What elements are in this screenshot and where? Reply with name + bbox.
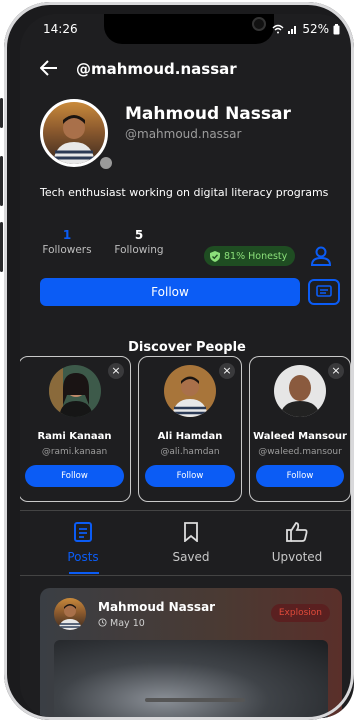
app-screen: 14:26 52% @mahmoud.nassar Mahmoud Nassar… [20, 14, 354, 718]
profile-menu-button[interactable] [309, 244, 333, 268]
tab-posts[interactable]: Posts [33, 522, 133, 564]
suggestion-username: @rami.kanaan [41, 447, 108, 457]
thumbs-up-icon [286, 522, 308, 542]
page-title: @mahmoud.nassar [76, 60, 237, 78]
status-icons: 52% [272, 22, 340, 36]
clock-icon [98, 618, 107, 627]
profile-bio: Tech enthusiast working on digital liter… [40, 186, 329, 199]
post-author-avatar[interactable] [54, 598, 86, 630]
tab-label: Saved [172, 550, 210, 564]
following-label: Following [114, 244, 164, 256]
suggestion-follow-button[interactable]: Follow [145, 465, 235, 487]
wifi-icon [272, 24, 284, 34]
follow-button[interactable]: Follow [40, 278, 300, 306]
suggestion-follow-button[interactable]: Follow [25, 465, 124, 487]
followers-label: Followers [42, 244, 92, 256]
suggestion-card[interactable]: × Waleed Mansour @waleed.mansour Follow [249, 356, 351, 502]
notch [104, 14, 274, 44]
message-button[interactable] [308, 279, 340, 305]
followers-stat[interactable]: 1 Followers [40, 228, 94, 256]
post-date-text: May 10 [110, 618, 145, 629]
post-image[interactable] [54, 640, 328, 718]
profile-username: @mahmoud.nassar [125, 127, 242, 141]
divider [20, 510, 354, 511]
phone-side-button [0, 156, 3, 206]
post-tag[interactable]: Explosion [270, 604, 330, 622]
suggestion-card[interactable]: × Ali Hamdan @ali.hamdan Follow [138, 356, 242, 502]
honesty-text: 81% Honesty [224, 250, 288, 262]
post-date: May 10 [98, 618, 145, 629]
following-count: 5 [134, 228, 144, 242]
suggestion-username: @waleed.mansour [258, 447, 342, 457]
status-time: 14:26 [43, 22, 78, 36]
discover-title: Discover People [128, 340, 246, 355]
post-author: Mahmoud Nassar [98, 600, 216, 614]
following-stat[interactable]: 5 Following [110, 228, 168, 256]
tab-saved[interactable]: Saved [141, 522, 241, 564]
suggestion-follow-button[interactable]: Follow [256, 465, 344, 487]
tab-upvoted[interactable]: Upvoted [247, 522, 347, 564]
avatar-photo [164, 365, 216, 417]
suggestion-avatar [48, 365, 101, 417]
chat-icon [316, 285, 332, 297]
battery-icon [333, 23, 340, 34]
profile-avatar[interactable] [40, 99, 108, 167]
tab-label: Upvoted [271, 550, 323, 564]
suggestion-username: @ali.hamdan [160, 447, 220, 457]
honesty-badge: 81% Honesty [204, 246, 296, 266]
suggestion-avatar [164, 365, 216, 417]
status-dot [98, 155, 114, 171]
arrow-left-icon [39, 60, 57, 76]
suggestion-name: Rami Kanaan [37, 431, 112, 442]
avatar-photo [53, 115, 95, 164]
dismiss-button[interactable]: × [108, 363, 124, 379]
divider [20, 575, 354, 576]
dismiss-button[interactable]: × [219, 363, 235, 379]
avatar-photo [274, 365, 326, 417]
profile-name: Mahmoud Nassar [125, 104, 291, 124]
phone-side-button [0, 222, 3, 272]
home-indicator[interactable] [145, 698, 245, 702]
battery-text: 52% [302, 22, 329, 36]
suggestion-name: Ali Hamdan [157, 431, 223, 442]
followers-count: 1 [62, 228, 72, 242]
active-tab-indicator [69, 572, 99, 574]
suggestion-card[interactable]: × Rami Kanaan @rami.kanaan Follow [20, 356, 131, 502]
camera [252, 17, 266, 31]
person-icon [310, 246, 332, 266]
bookmark-icon [184, 522, 198, 543]
signal-icon [288, 26, 297, 34]
dismiss-button[interactable]: × [328, 363, 344, 379]
avatar-photo [48, 365, 101, 417]
shield-check-icon [210, 250, 220, 262]
back-button[interactable] [39, 59, 58, 79]
suggestion-avatar [274, 365, 326, 417]
avatar-photo [58, 604, 82, 630]
phone-side-button [0, 98, 3, 128]
tab-label: Posts [67, 550, 99, 564]
suggestion-name: Waleed Mansour [253, 431, 347, 442]
document-icon [74, 522, 92, 542]
top-bar: @mahmoud.nassar [20, 54, 354, 84]
